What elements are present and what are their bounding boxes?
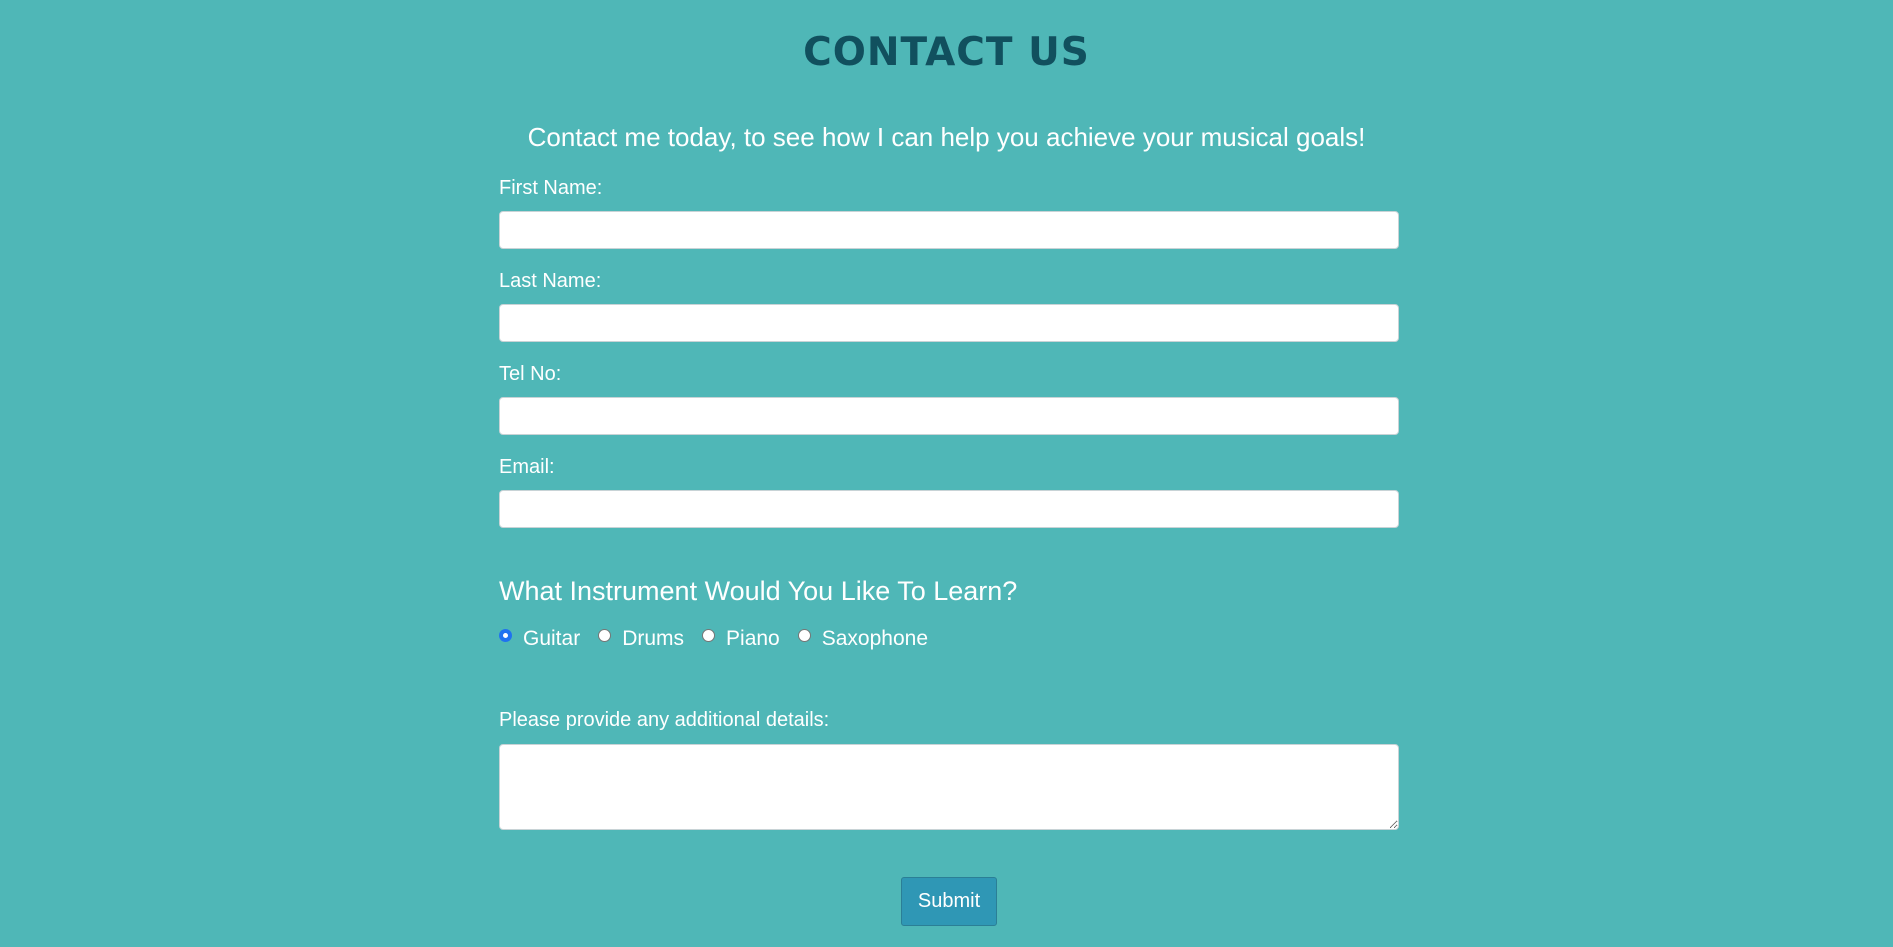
instrument-radio-group: Guitar Drums Piano Saxophone [499,627,946,651]
instrument-heading: What Instrument Would You Like To Learn? [499,576,1018,606]
radio-guitar[interactable] [499,628,512,642]
tel-no-field[interactable] [499,397,1399,435]
radio-label-guitar: Guitar [523,627,581,650]
last-name-label: Last Name: [499,270,602,292]
radio-saxophone[interactable] [797,628,811,642]
instrument-option-guitar[interactable]: Guitar [499,627,580,651]
radio-drums[interactable] [598,628,612,642]
radio-label-drums: Drums [622,627,685,650]
instrument-option-drums[interactable]: Drums [598,627,684,651]
tel-no-label: Tel No: [499,363,562,385]
radio-label-piano: Piano [726,627,780,650]
page-title: CONTACT US [803,30,1090,75]
first-name-field[interactable] [499,211,1399,249]
first-name-label: First Name: [499,177,603,199]
instrument-option-saxophone[interactable]: Saxophone [797,627,929,651]
email-field[interactable] [499,490,1399,528]
page-subtitle: Contact me today, to see how I can help … [527,122,1366,152]
email-label: Email: [499,456,555,478]
details-label: Please provide any additional details: [499,709,830,731]
last-name-field[interactable] [499,304,1399,342]
radio-label-saxophone: Saxophone [821,627,929,650]
radio-piano[interactable] [702,628,716,642]
submit-button[interactable]: Submit [901,877,997,926]
instrument-option-piano[interactable]: Piano [702,627,780,651]
details-textarea[interactable] [499,744,1399,830]
